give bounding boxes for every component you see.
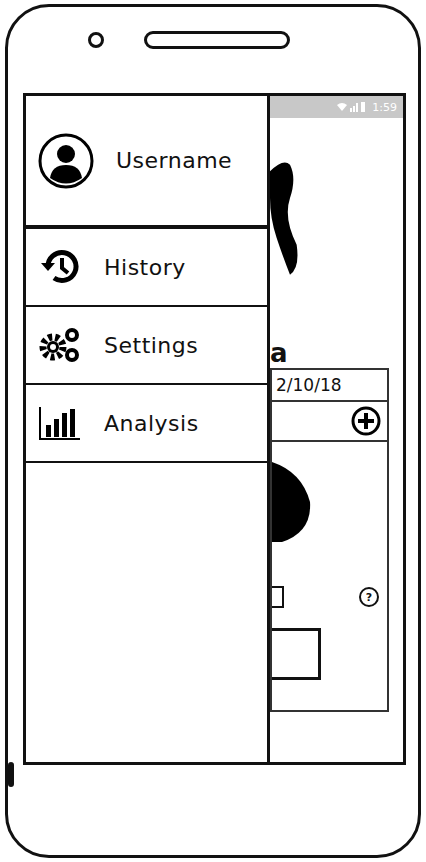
help-icon[interactable]: ? — [359, 587, 379, 607]
gears-icon — [38, 325, 82, 365]
add-icon[interactable] — [351, 406, 381, 436]
phone-top — [8, 7, 418, 93]
toggle-icon[interactable] — [272, 586, 284, 608]
add-row — [272, 402, 387, 442]
drawer-item-label: Settings — [104, 333, 198, 358]
speaker-icon — [144, 31, 290, 49]
bar-chart-icon — [38, 403, 82, 443]
signal-icon — [336, 101, 366, 113]
cat-image — [272, 462, 312, 542]
phone-frame: 1:59 a2/10/18? Username History Settings Anal… — [5, 4, 421, 858]
camera-icon — [88, 32, 104, 48]
user-icon — [38, 133, 94, 189]
screen: 1:59 a2/10/18? Username History Settings Anal… — [23, 93, 406, 765]
action-box[interactable] — [272, 628, 321, 680]
date-field[interactable]: 2/10/18 — [272, 370, 387, 402]
drawer-item-label: History — [104, 255, 186, 280]
phone-bottom — [8, 765, 418, 784]
drawer-item-label: Username — [116, 148, 232, 173]
cat-image — [270, 128, 310, 308]
drawer-item-label: Analysis — [104, 411, 199, 436]
side-drawer: Username History Settings Analysis — [26, 96, 270, 762]
drawer-item[interactable]: Username — [26, 96, 267, 229]
drawer-item[interactable]: Settings — [26, 307, 267, 385]
icon-row: ? — [272, 586, 387, 608]
page-heading: a — [270, 308, 403, 368]
entry-card: 2/10/18? — [270, 368, 389, 712]
drawer-item[interactable]: History — [26, 229, 267, 307]
card-body: ? — [272, 442, 387, 680]
status-time: 1:59 — [372, 101, 397, 114]
drawer-item[interactable]: Analysis — [26, 385, 267, 463]
home-button-icon[interactable] — [8, 762, 14, 787]
history-icon — [38, 247, 82, 287]
